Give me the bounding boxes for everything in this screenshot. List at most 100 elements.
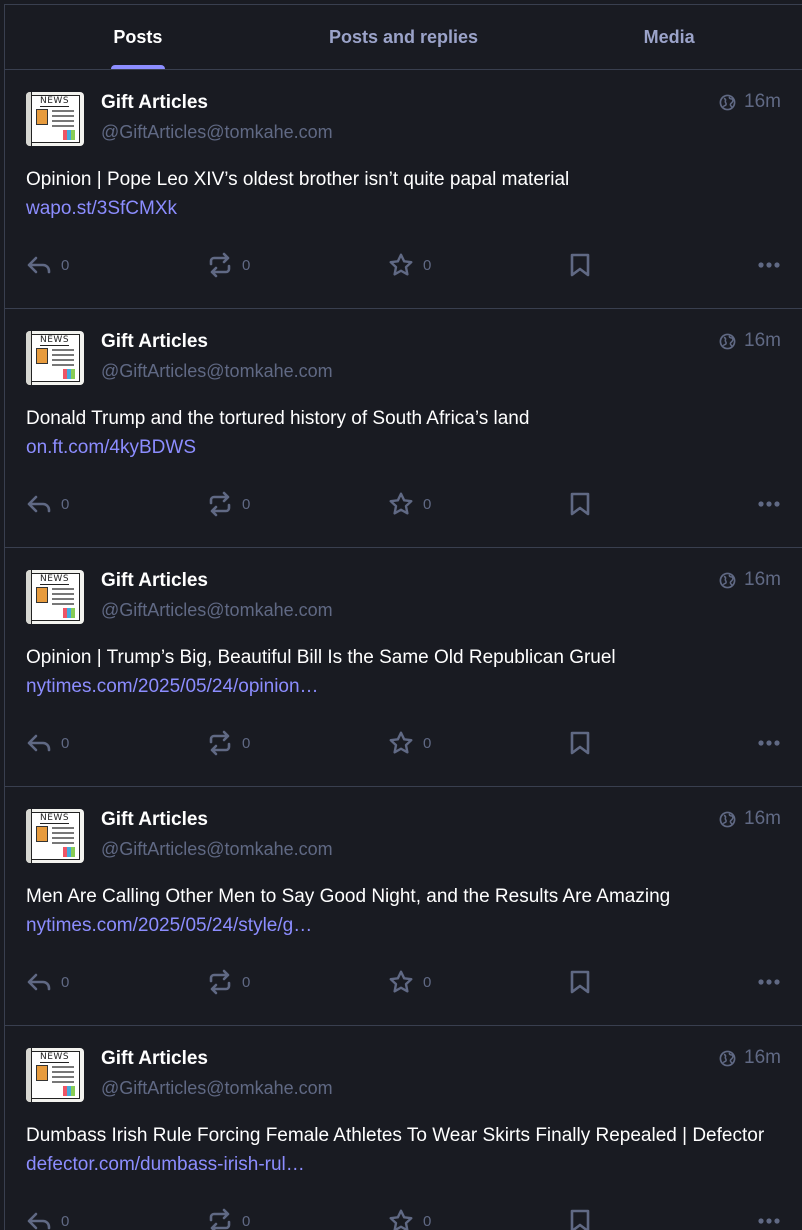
favourite-count: 0 [423, 734, 432, 752]
tab-media[interactable]: Media [536, 5, 802, 69]
reply-button[interactable]: 0 [26, 254, 207, 276]
account-handle[interactable]: @GiftArticles@tomkahe.com [101, 598, 719, 622]
bookmark-icon [570, 253, 590, 277]
post-content: Dumbass Irish Rule Forcing Female Athlet… [26, 1121, 781, 1179]
reply-button[interactable]: 0 [26, 493, 207, 515]
boost-button[interactable]: 0 [207, 969, 388, 995]
boost-button[interactable]: 0 [207, 730, 388, 756]
avatar-news-text: NEWS [40, 335, 70, 346]
boost-icon [209, 969, 231, 995]
bookmark-button[interactable] [569, 1208, 750, 1230]
tab-posts-and-replies[interactable]: Posts and replies [271, 5, 537, 69]
boost-count: 0 [242, 734, 251, 752]
reply-icon [27, 1212, 51, 1230]
post-text: Men Are Calling Other Men to Say Good Ni… [26, 886, 671, 907]
star-icon [389, 492, 413, 515]
tab-posts[interactable]: Posts [5, 5, 271, 69]
more-icon [758, 979, 780, 985]
post-text: Opinion | Trump’s Big, Beautiful Bill Is… [26, 647, 616, 668]
display-name[interactable]: Gift Articles [101, 330, 719, 354]
favourite-button[interactable]: 0 [388, 252, 569, 278]
post-text: Dumbass Irish Rule Forcing Female Athlet… [26, 1125, 765, 1146]
boost-button[interactable]: 0 [207, 491, 388, 517]
globe-icon [719, 333, 736, 349]
post-timestamp[interactable]: 16m [744, 91, 781, 113]
post-link[interactable]: nytimes.com/2025/05/24/style/g… [26, 911, 781, 940]
globe-icon [719, 1050, 736, 1066]
boost-icon [209, 1208, 231, 1230]
reply-icon [27, 256, 51, 274]
display-name[interactable]: Gift Articles [101, 1047, 719, 1071]
avatar[interactable]: NEWS [26, 331, 84, 385]
star-icon [389, 970, 413, 993]
boost-icon [209, 730, 231, 756]
post-actions: 0 0 0 [26, 1206, 781, 1230]
avatar[interactable]: NEWS [26, 1048, 84, 1102]
post-timestamp[interactable]: 16m [744, 330, 781, 352]
post-link[interactable]: defector.com/dumbass-irish-rul… [26, 1150, 781, 1179]
reply-button[interactable]: 0 [26, 1210, 207, 1230]
post[interactable]: NEWS Gift Articles @GiftArticles@tomkahe… [5, 787, 802, 1026]
bookmark-button[interactable] [569, 969, 750, 995]
avatar[interactable]: NEWS [26, 570, 84, 624]
favourite-button[interactable]: 0 [388, 491, 569, 517]
post-actions: 0 0 0 [26, 250, 781, 280]
boost-button[interactable]: 0 [207, 1208, 388, 1230]
account-handle[interactable]: @GiftArticles@tomkahe.com [101, 120, 719, 144]
bookmark-button[interactable] [569, 730, 750, 756]
display-name[interactable]: Gift Articles [101, 91, 719, 115]
post-feed: NEWS Gift Articles @GiftArticles@tomkahe… [5, 70, 802, 1230]
avatar-news-text: NEWS [40, 96, 70, 107]
avatar[interactable]: NEWS [26, 809, 84, 863]
favourite-button[interactable]: 0 [388, 969, 569, 995]
display-name[interactable]: Gift Articles [101, 569, 719, 593]
reply-button[interactable]: 0 [26, 971, 207, 993]
avatar[interactable]: NEWS [26, 92, 84, 146]
more-options-button[interactable] [757, 739, 781, 747]
reply-count: 0 [61, 256, 70, 274]
star-icon [389, 731, 413, 754]
post-actions: 0 0 0 [26, 489, 781, 519]
post[interactable]: NEWS Gift Articles @GiftArticles@tomkahe… [5, 548, 802, 787]
more-options-button[interactable] [757, 500, 781, 508]
account-handle[interactable]: @GiftArticles@tomkahe.com [101, 837, 719, 861]
star-icon [389, 253, 413, 276]
boost-button[interactable]: 0 [207, 252, 388, 278]
reply-icon [27, 973, 51, 991]
account-handle[interactable]: @GiftArticles@tomkahe.com [101, 359, 719, 383]
post-text: Donald Trump and the tortured history of… [26, 408, 530, 429]
avatar-news-text: NEWS [40, 574, 70, 585]
post-content: Opinion | Pope Leo XIV’s oldest brother … [26, 165, 781, 223]
post-link[interactable]: nytimes.com/2025/05/24/opinion… [26, 672, 781, 701]
display-name[interactable]: Gift Articles [101, 808, 719, 832]
globe-icon [719, 572, 736, 588]
star-icon [389, 1209, 413, 1230]
reply-button[interactable]: 0 [26, 732, 207, 754]
boost-count: 0 [242, 1212, 251, 1230]
favourite-count: 0 [423, 973, 432, 991]
post[interactable]: NEWS Gift Articles @GiftArticles@tomkahe… [5, 70, 802, 309]
more-options-button[interactable] [757, 978, 781, 986]
post-content: Opinion | Trump’s Big, Beautiful Bill Is… [26, 643, 781, 701]
more-icon [758, 262, 780, 268]
favourite-button[interactable]: 0 [388, 1208, 569, 1230]
bookmark-button[interactable] [569, 252, 750, 278]
post[interactable]: NEWS Gift Articles @GiftArticles@tomkahe… [5, 1026, 802, 1230]
post-actions: 0 0 0 [26, 967, 781, 997]
account-handle[interactable]: @GiftArticles@tomkahe.com [101, 1076, 719, 1100]
boost-count: 0 [242, 973, 251, 991]
boost-count: 0 [242, 495, 251, 513]
post-timestamp[interactable]: 16m [744, 1047, 781, 1069]
reply-icon [27, 495, 51, 513]
favourite-button[interactable]: 0 [388, 730, 569, 756]
more-options-button[interactable] [757, 261, 781, 269]
post-content: Donald Trump and the tortured history of… [26, 404, 781, 462]
more-options-button[interactable] [757, 1217, 781, 1225]
post-timestamp[interactable]: 16m [744, 569, 781, 591]
bookmark-button[interactable] [569, 491, 750, 517]
post[interactable]: NEWS Gift Articles @GiftArticles@tomkahe… [5, 309, 802, 548]
reply-count: 0 [61, 495, 70, 513]
post-link[interactable]: on.ft.com/4kyBDWS [26, 433, 781, 462]
post-timestamp[interactable]: 16m [744, 808, 781, 830]
post-link[interactable]: wapo.st/3SfCMXk [26, 194, 781, 223]
